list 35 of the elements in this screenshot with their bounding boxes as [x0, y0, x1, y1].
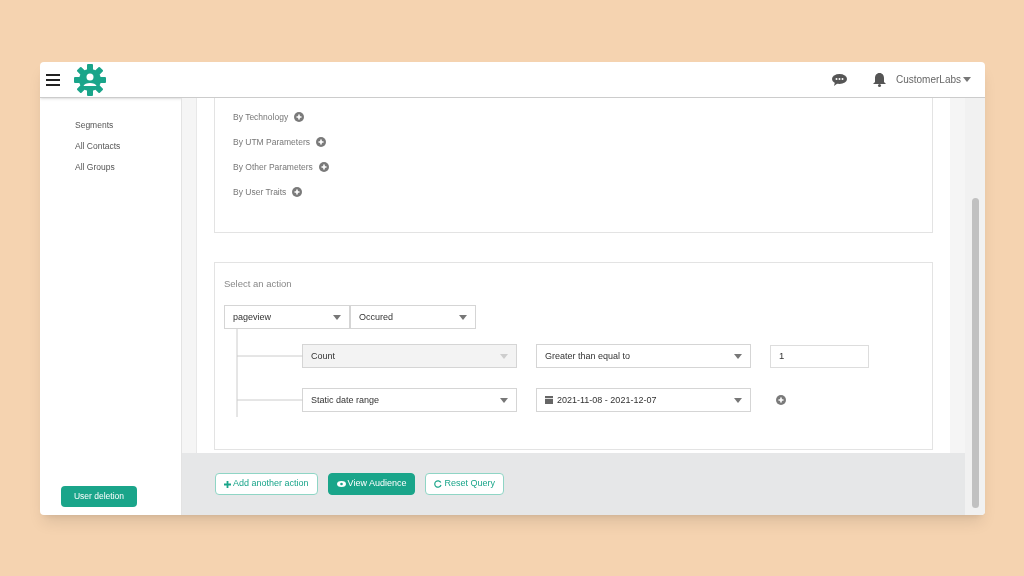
plus-icon[interactable]	[316, 137, 326, 147]
dropdown[interactable]: Greater than equal to	[536, 344, 751, 369]
gear-logo-icon[interactable]	[73, 62, 107, 97]
dropdown[interactable]: Static date range	[302, 388, 517, 413]
caret-icon	[459, 314, 467, 320]
caret-icon	[734, 397, 742, 403]
sidebar-link[interactable]: Segments	[75, 119, 181, 131]
dropdown[interactable]: 2021-11-08 - 2021-12-07	[536, 388, 751, 413]
plus-icon[interactable]	[318, 162, 329, 172]
filter-label: By Technology	[233, 111, 289, 123]
account-menu[interactable]: CustomerLabs	[895, 72, 971, 87]
plus-icon[interactable]	[776, 395, 786, 406]
caret-icon	[500, 353, 508, 359]
plus-icon[interactable]	[294, 112, 305, 122]
sidebar-link[interactable]: All Groups	[75, 161, 181, 173]
caret-icon	[963, 77, 971, 82]
section-title: Select an action	[224, 277, 293, 291]
filter-label: By UTM Parameters	[233, 136, 310, 148]
refresh-icon	[434, 480, 443, 488]
filter-label: By Other Parameters	[233, 161, 313, 173]
caret-icon	[500, 397, 508, 403]
menu-icon[interactable]	[46, 73, 60, 86]
eye-icon	[336, 481, 346, 487]
bell-icon[interactable]	[872, 72, 886, 87]
caret-icon	[734, 353, 742, 359]
plus-icon	[224, 480, 231, 488]
value-field[interactable]: 1	[770, 344, 869, 368]
chat-icon[interactable]	[831, 73, 847, 86]
plus-icon[interactable]	[292, 187, 303, 197]
dropdown[interactable]: pageview	[224, 305, 350, 330]
calendar-icon	[545, 396, 553, 405]
caret-icon	[333, 314, 341, 320]
dropdown[interactable]: Occured	[350, 305, 476, 330]
filter-label: By User Traits	[233, 186, 287, 198]
sidebar-link[interactable]: All Contacts	[75, 140, 181, 152]
